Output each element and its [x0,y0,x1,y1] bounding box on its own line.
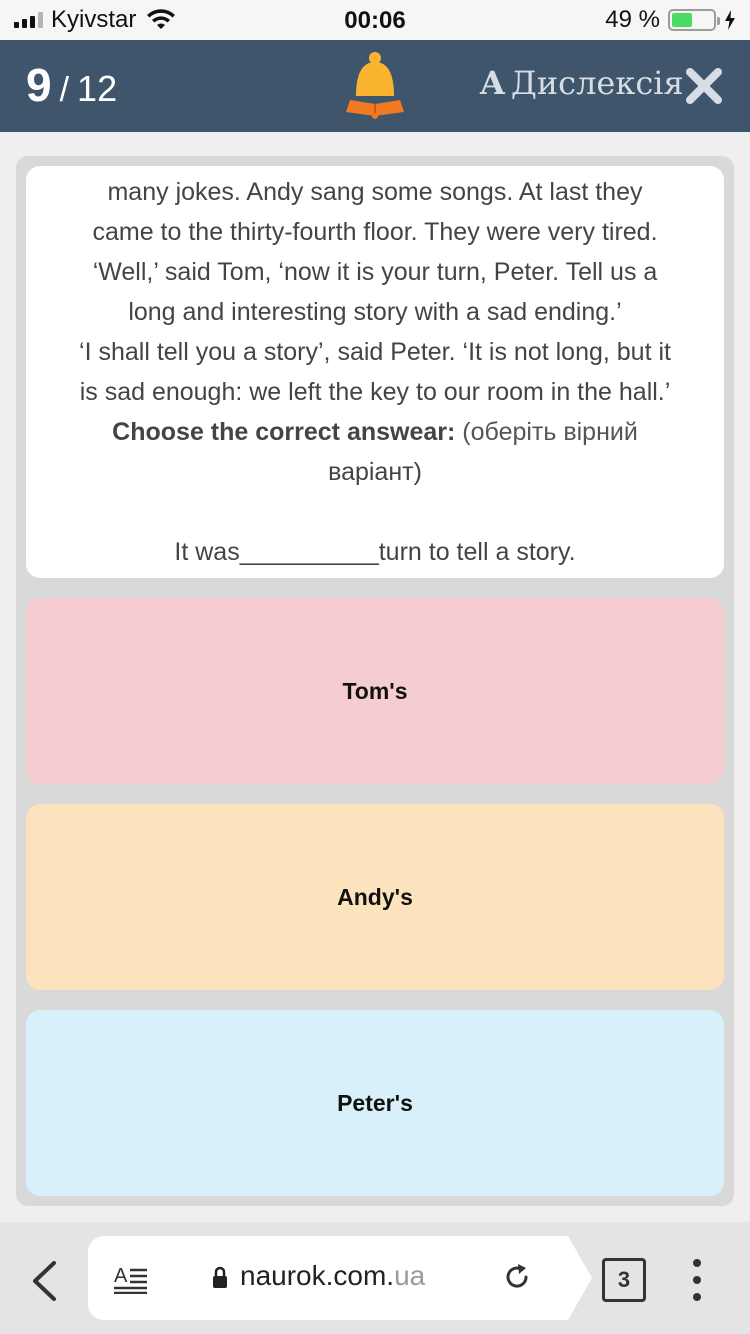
answer-label: Tom's [342,677,408,704]
question-text-line: ‘Well,’ said Tom, ‘now it is your turn, … [92,258,658,286]
battery-icon [668,9,720,31]
question-panel: many jokes. Andy sang some songs. At las… [16,156,734,1206]
browser-toolbar: A naurok.com.ua 3 [0,1222,750,1334]
battery-percent: 49 % [605,6,660,33]
instruction-note: (оберіть вірний [462,418,638,446]
question-text-line: ‘I shall tell you a story’, said Peter. … [79,338,671,366]
question-total: 12 [77,68,118,109]
chevron-left-icon[interactable] [30,1260,58,1302]
url-text[interactable]: naurok.com.ua [240,1260,425,1292]
question-card: many jokes. Andy sang some songs. At las… [26,166,724,578]
question-text-line: is sad enough: we left the key to our ro… [79,378,671,406]
dyslexia-letter: A [480,64,505,102]
bell-book-icon[interactable] [346,50,404,120]
question-text-line: long and interesting story with a sad en… [128,298,622,326]
dyslexia-label: Дислексія [510,64,684,102]
answer-option-toms[interactable]: Tom's [26,598,724,784]
lock-icon [213,1266,227,1288]
status-right: 49 % [605,6,736,33]
question-prompt: It was__________turn to tell a story. [174,538,576,566]
reader-mode-icon[interactable]: A [114,1264,148,1294]
more-vertical-icon[interactable] [690,1258,704,1302]
answer-label: Peter's [337,1089,413,1116]
question-current: 9 [26,59,52,111]
battery-level [672,13,692,27]
tabs-icon[interactable]: 3 [602,1258,646,1302]
question-text-line: many jokes. Andy sang some songs. At las… [107,178,643,206]
answer-label: Andy's [337,883,413,910]
address-bar[interactable]: A naurok.com.ua [88,1236,592,1320]
url-tld: ua [394,1260,426,1291]
question-counter: 9 / 12 [26,58,117,112]
svg-text:A: A [114,1265,128,1287]
question-text-line: came to the thirty-fourth floor. They we… [92,218,658,246]
instruction-bold: Choose the correct answear: [112,418,456,446]
status-bar: Kyivstar 00:06 49 % [0,0,750,40]
answer-option-andys[interactable]: Andy's [26,804,724,990]
charging-bolt-icon [725,10,735,30]
quiz-header: 9 / 12 A Дислексія [0,40,750,132]
question-separator: / [59,71,70,109]
tab-count: 3 [617,1267,631,1292]
instruction-note-continued: варіант) [328,458,422,486]
dyslexia-toggle[interactable]: A Дислексія [480,64,684,102]
question-instruction: Choose the correct answear: (оберіть вір… [36,412,714,452]
reload-icon[interactable] [502,1262,532,1292]
close-icon[interactable] [684,66,724,106]
url-domain: naurok.com. [240,1260,395,1291]
answer-option-peters[interactable]: Peter's [26,1010,724,1196]
